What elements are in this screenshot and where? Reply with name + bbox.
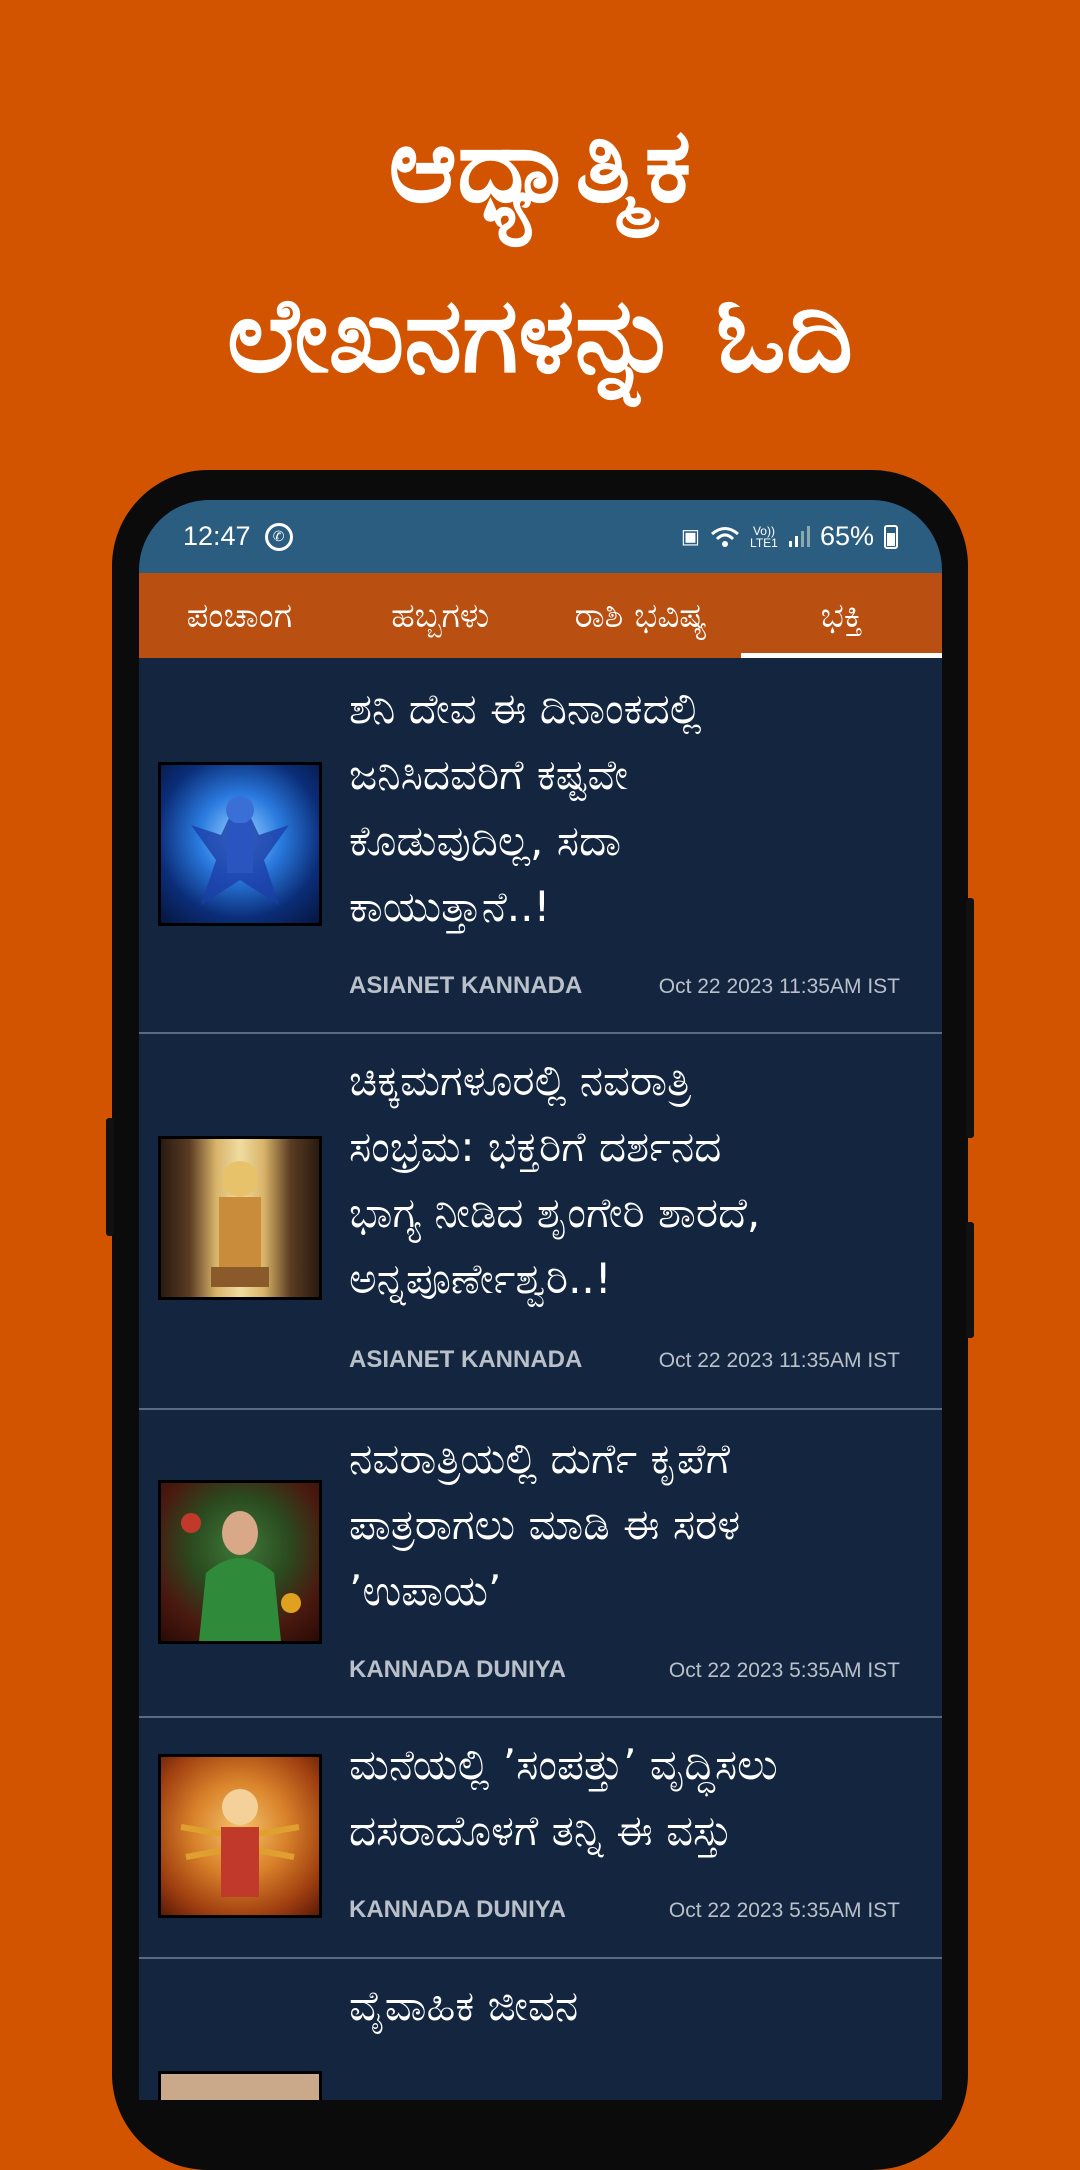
article-source: KANNADA DUNIYA bbox=[349, 1656, 566, 1683]
headline-line: ಭಾಗ್ಯ ನೀಡಿದ ಶೃಂಗೇರಿ ಶಾರದೆ, bbox=[349, 1188, 761, 1237]
status-time: 12:47 bbox=[183, 521, 251, 551]
headline-line: ಕೊಡುವುದಿಲ್ಲ, ಸದಾ bbox=[349, 816, 622, 865]
headline-line: ಕಾಯುತ್ತಾನೆ..! bbox=[349, 882, 551, 931]
status-bar: 12:47 ✆ ▣ Vo)) LTE1 65% bbox=[139, 500, 942, 573]
tab-label: ಪಂಚಾಂಗ bbox=[186, 595, 293, 636]
deity-image-icon bbox=[211, 1161, 269, 1287]
article-thumbnail[interactable] bbox=[158, 762, 322, 926]
headline-line: ದಸರಾದೊಳಗೆ ತನ್ನಿ ಈ ವಸ್ತು bbox=[349, 1806, 733, 1855]
phone-side-button-right-lower bbox=[966, 1222, 974, 1338]
article-item-5[interactable]: ವೈವಾಹಿಕ ಜೀವನ bbox=[139, 1959, 942, 2100]
article-headline[interactable]: ನವರಾತ್ರಿಯಲ್ಲಿ ದುರ್ಗೆ ಕೃಪೆಗೆ ಪಾತ್ರರಾಗಲು ಮ… bbox=[349, 1426, 912, 1624]
promo-headline: ಆಧ್ಯಾತ್ಮಿಕ ಲೇಖನಗಳನ್ನು ಓದಿ bbox=[0, 80, 1080, 420]
tab-label: ಭಕ್ತಿ bbox=[820, 595, 863, 636]
network-label: Vo)) LTE1 bbox=[750, 523, 778, 550]
article-thumbnail[interactable] bbox=[158, 1754, 322, 1918]
article-source: ASIANET KANNADA bbox=[349, 972, 583, 999]
headline-line: ಅನ್ನಪೂರ್ಣೇಶ್ವರಿ..! bbox=[349, 1254, 612, 1303]
article-thumbnail[interactable] bbox=[158, 2071, 322, 2100]
tab-label: ರಾಶಿ ಭವಿಷ್ಯ bbox=[574, 595, 708, 636]
whatsapp-icon: ✆ bbox=[264, 522, 293, 551]
wifi-icon bbox=[710, 526, 739, 547]
headline-line: ’ಉಪಾಯ’ bbox=[349, 1566, 502, 1615]
headline-line: ಜನಿಸಿದವರಿಗೆ ಕಷ್ಟವೇ bbox=[349, 750, 629, 799]
deity-image-icon bbox=[191, 795, 289, 905]
battery-icon bbox=[884, 524, 898, 549]
article-item-4[interactable]: ಮನೆಯಲ್ಲಿ ’ಸಂಪತ್ತು’ ವೃದ್ಧಿಸಲು ದಸರಾದೊಳಗೆ ತ… bbox=[139, 1718, 942, 1959]
article-thumbnail[interactable] bbox=[158, 1136, 322, 1300]
category-tabs: ಪಂಚಾಂಗ ಹಬ್ಬಗಳು ರಾಶಿ ಭವಿಷ್ಯ ಭಕ್ತಿ bbox=[139, 573, 942, 658]
article-item-1[interactable]: ಶನಿ ದೇವ ಈ ದಿನಾಂಕದಲ್ಲಿ ಜನಿಸಿದವರಿಗೆ ಕಷ್ಟವೇ… bbox=[139, 658, 942, 1034]
deity-image-icon bbox=[181, 1511, 301, 1641]
tab-devotion[interactable]: ಭಕ್ತಿ bbox=[741, 573, 942, 658]
article-date: Oct 22 2023 5:35AM IST bbox=[668, 1659, 900, 1682]
headline-line: ಚಿಕ್ಕಮಗಳೂರಲ್ಲಿ ನವರಾತ್ರಿ bbox=[349, 1056, 692, 1105]
signal-icon bbox=[788, 525, 810, 547]
deity-image-icon bbox=[180, 1789, 300, 1897]
headline-line: ಪಾತ್ರರಾಗಲು ಮಾಡಿ ಈ ಸರಳ bbox=[349, 1500, 741, 1549]
article-date: Oct 22 2023 11:35AM IST bbox=[658, 1349, 900, 1372]
battery-percent: 65% bbox=[819, 521, 874, 551]
article-date: Oct 22 2023 5:35AM IST bbox=[668, 1899, 900, 1922]
article-headline[interactable]: ಚಿಕ್ಕಮಗಳೂರಲ್ಲಿ ನವರಾತ್ರಿ ಸಂಭ್ರಮ: ಭಕ್ತರಿಗೆ… bbox=[349, 1048, 912, 1312]
article-item-2[interactable]: ಚಿಕ್ಕಮಗಳೂರಲ್ಲಿ ನವರಾತ್ರಿ ಸಂಭ್ರಮ: ಭಕ್ತರಿಗೆ… bbox=[139, 1034, 942, 1410]
tab-panchanga[interactable]: ಪಂಚಾಂಗ bbox=[139, 573, 340, 658]
phone-screen: 12:47 ✆ ▣ Vo)) LTE1 65% ಪಂಚಾಂಗ ಹಬ್ಬಗಳು ರ… bbox=[139, 500, 942, 2100]
headline-line: ಸಂಭ್ರಮ: ಭಕ್ತರಿಗೆ ದರ್ಶನದ bbox=[349, 1122, 722, 1171]
tab-label: ಹಬ್ಬಗಳು bbox=[391, 595, 490, 636]
article-headline[interactable]: ಶನಿ ದೇವ ಈ ದಿನಾಂಕದಲ್ಲಿ ಜನಿಸಿದವರಿಗೆ ಕಷ್ಟವೇ… bbox=[349, 676, 912, 940]
promo-line-1: ಆಧ್ಯಾತ್ಮಿಕ bbox=[388, 104, 692, 226]
tab-horoscope[interactable]: ರಾಶಿ ಭವಿಷ್ಯ bbox=[541, 573, 742, 658]
headline-line: ಶನಿ ದೇವ ಈ ದಿನಾಂಕದಲ್ಲಿ bbox=[349, 684, 702, 733]
headline-line: ಮನೆಯಲ್ಲಿ ’ಸಂಪತ್ತು’ ವೃದ್ಧಿಸಲು bbox=[349, 1740, 778, 1789]
tab-festivals[interactable]: ಹಬ್ಬಗಳು bbox=[340, 573, 541, 658]
phone-side-button-left bbox=[106, 1118, 114, 1236]
article-source: ASIANET KANNADA bbox=[349, 1346, 583, 1373]
article-item-3[interactable]: ನವರಾತ್ರಿಯಲ್ಲಿ ದುರ್ಗೆ ಕೃಪೆಗೆ ಪಾತ್ರರಾಗಲು ಮ… bbox=[139, 1410, 942, 1718]
notification-icon: ▣ bbox=[681, 526, 700, 548]
article-source: KANNADA DUNIYA bbox=[349, 1896, 566, 1923]
headline-line: ವೈವಾಹಿಕ ಜೀವನ bbox=[349, 1981, 579, 2030]
promo-line-2: ಲೇಖನಗಳನ್ನು ಓದಿ bbox=[227, 274, 853, 396]
headline-line: ನವರಾತ್ರಿಯಲ್ಲಿ ದುರ್ಗೆ ಕೃಪೆಗೆ bbox=[349, 1434, 730, 1483]
article-thumbnail[interactable] bbox=[158, 1480, 322, 1644]
article-headline[interactable]: ವೈವಾಹಿಕ ಜೀವನ bbox=[349, 1973, 912, 2039]
phone-side-button-right-upper bbox=[966, 898, 974, 1138]
article-date: Oct 22 2023 11:35AM IST bbox=[658, 975, 900, 998]
article-headline[interactable]: ಮನೆಯಲ್ಲಿ ’ಸಂಪತ್ತು’ ವೃದ್ಧಿಸಲು ದಸರಾದೊಳಗೆ ತ… bbox=[349, 1732, 912, 1864]
status-system-icons: ▣ Vo)) LTE1 65% bbox=[681, 521, 898, 552]
